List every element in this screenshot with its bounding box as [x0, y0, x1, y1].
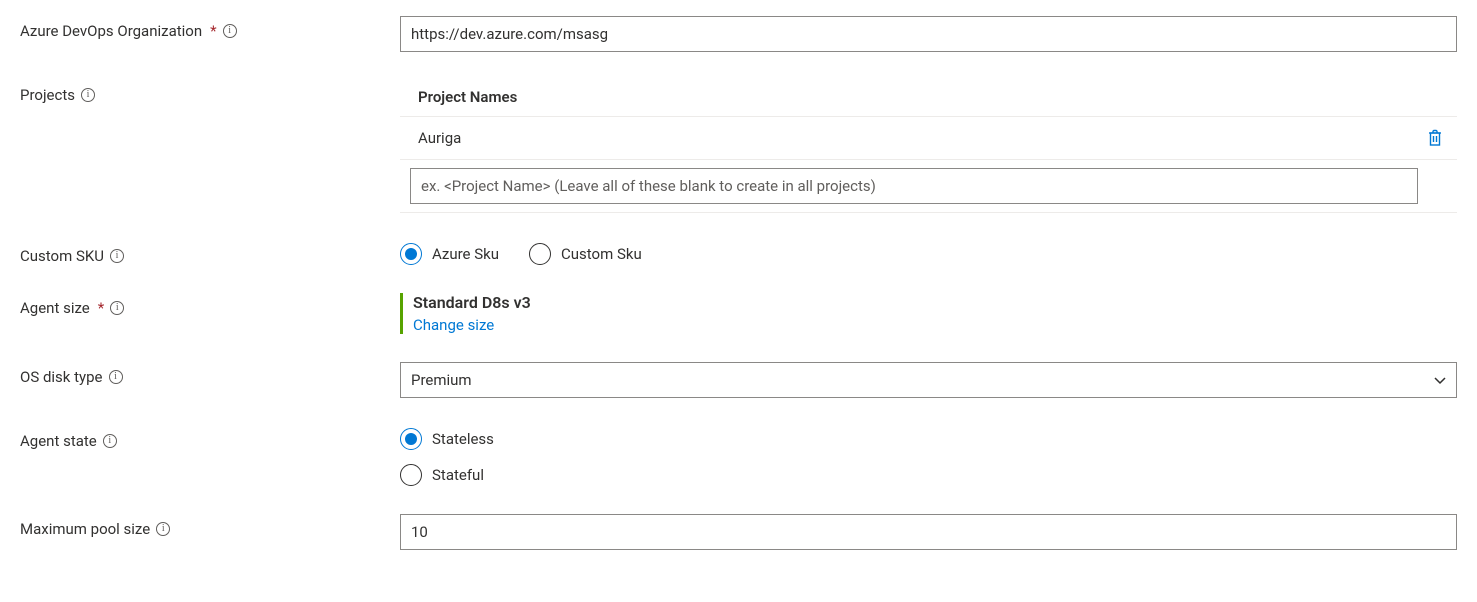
- state-stateless-radio[interactable]: Stateless: [400, 428, 1457, 450]
- radio-icon: [400, 464, 422, 486]
- sku-custom-label: Custom Sku: [561, 245, 642, 263]
- custom-sku-label: Custom SKU: [20, 247, 104, 265]
- max-pool-label: Maximum pool size: [20, 520, 150, 538]
- info-icon[interactable]: i: [156, 522, 170, 536]
- org-input[interactable]: [400, 16, 1457, 52]
- required-marker: *: [98, 299, 104, 317]
- info-icon[interactable]: i: [223, 24, 237, 38]
- trash-icon: [1427, 129, 1443, 147]
- os-disk-value: Premium: [411, 371, 472, 389]
- agent-size-label: Agent size: [20, 299, 90, 317]
- os-disk-select[interactable]: Premium: [400, 362, 1457, 398]
- info-icon[interactable]: i: [110, 301, 124, 315]
- agent-state-label: Agent state: [20, 432, 97, 450]
- required-marker: *: [210, 22, 216, 40]
- org-label: Azure DevOps Organization: [20, 22, 202, 40]
- state-stateful-label: Stateful: [432, 466, 484, 484]
- info-icon[interactable]: i: [109, 370, 123, 384]
- sku-custom-radio[interactable]: Custom Sku: [529, 243, 642, 265]
- change-size-link[interactable]: Change size: [413, 316, 494, 334]
- project-row: Auriga: [400, 116, 1457, 159]
- sku-azure-radio[interactable]: Azure Sku: [400, 243, 499, 265]
- projects-label: Projects: [20, 86, 75, 104]
- max-pool-input[interactable]: [400, 514, 1457, 550]
- info-icon[interactable]: i: [103, 434, 117, 448]
- state-stateful-radio[interactable]: Stateful: [400, 464, 1457, 486]
- radio-icon: [529, 243, 551, 265]
- radio-icon: [400, 243, 422, 265]
- info-icon[interactable]: i: [81, 88, 95, 102]
- radio-icon: [400, 428, 422, 450]
- project-name: Auriga: [418, 129, 1423, 147]
- info-icon[interactable]: i: [110, 249, 124, 263]
- projects-header: Project Names: [400, 80, 1457, 116]
- state-stateless-label: Stateless: [432, 430, 494, 448]
- project-add-input[interactable]: [410, 168, 1418, 204]
- delete-project-button[interactable]: [1423, 125, 1447, 151]
- agent-size-value: Standard D8s v3: [413, 293, 1457, 312]
- sku-azure-label: Azure Sku: [432, 245, 499, 263]
- os-disk-label: OS disk type: [20, 368, 103, 386]
